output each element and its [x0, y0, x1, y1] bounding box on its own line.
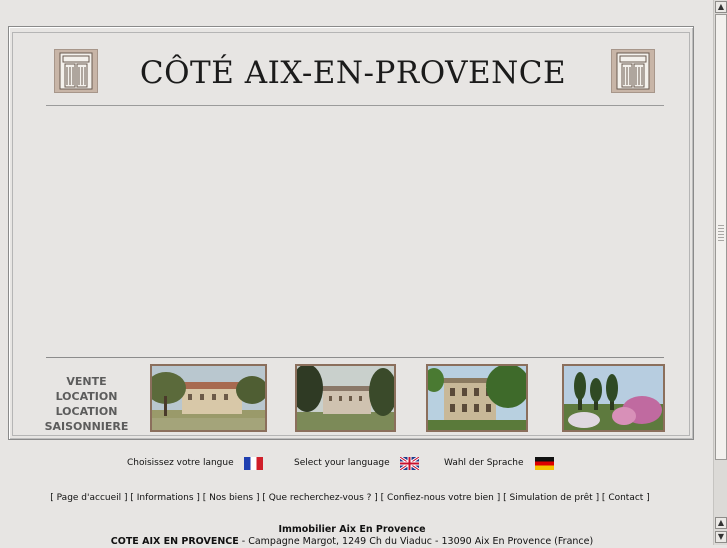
flag-germany-icon[interactable]: [534, 456, 554, 470]
scrollbar-grip-icon: [718, 225, 724, 243]
language-en[interactable]: Select your language: [294, 455, 419, 471]
nav-link-confiez-nous[interactable]: Confiez-nous votre bien: [387, 493, 494, 503]
scroll-up-button[interactable]: ▲: [715, 1, 727, 13]
nav-link-contact[interactable]: Contact: [608, 493, 643, 503]
property-menu: VENTE LOCATION LOCATION SAISONNIERE: [14, 374, 159, 434]
property-photo-4[interactable]: [562, 364, 665, 432]
nav-link-simulation-pret[interactable]: Simulation de prêt: [510, 493, 593, 503]
page-footer: Immobilier Aix En Provence COTE AIX EN P…: [0, 524, 704, 548]
footer-address: - Campagne Margot, 1249 Ch du Viaduc - 1…: [238, 536, 594, 547]
property-photo-1[interactable]: [150, 364, 267, 432]
menu-item-location[interactable]: LOCATION: [14, 389, 159, 404]
nav-link-accueil[interactable]: Page d'accueil: [57, 493, 122, 503]
footer-tagline: Immobilier Aix En Provence: [278, 524, 426, 535]
content-divider: [46, 357, 664, 358]
door-logo-left: [54, 49, 98, 93]
door-logo-right: [611, 49, 655, 93]
language-fr[interactable]: Choisissez votre langue: [127, 455, 263, 471]
footer-address-line: COTE AIX EN PROVENCE - Campagne Margot, …: [0, 536, 704, 548]
flag-france-icon[interactable]: [243, 456, 263, 470]
property-photo-2[interactable]: [295, 364, 396, 432]
door-icon: [59, 52, 93, 90]
language-fr-label[interactable]: Choisissez votre langue: [127, 458, 234, 468]
vertical-scrollbar[interactable]: ▲ ▲ ▼: [713, 0, 727, 545]
nav-link-que-recherchez-vous[interactable]: Que recherchez-vous ?: [269, 493, 372, 503]
language-de-label[interactable]: Wahl der Sprache: [444, 458, 524, 468]
footer-nav: [ Page d'accueil ] [ Informations ] [ No…: [50, 493, 650, 503]
scroll-down-button[interactable]: ▼: [715, 531, 727, 543]
footer-company: COTE AIX EN PROVENCE: [110, 536, 239, 547]
scroll-up-button-lower[interactable]: ▲: [715, 517, 727, 529]
door-icon: [616, 52, 650, 90]
scrollbar-thumb[interactable]: [715, 14, 727, 460]
nav-link-nos-biens[interactable]: Nos biens: [209, 493, 253, 503]
language-en-label[interactable]: Select your language: [294, 458, 390, 468]
header-title-area: CÔTÉ AIX-EN-PROVENCE: [128, 52, 578, 94]
site-title[interactable]: CÔTÉ AIX-EN-PROVENCE: [140, 55, 566, 91]
nav-link-informations[interactable]: Informations: [137, 493, 194, 503]
menu-item-vente[interactable]: VENTE: [14, 374, 159, 389]
property-photo-3[interactable]: [426, 364, 528, 432]
header-divider: [46, 105, 664, 106]
flag-uk-icon[interactable]: [399, 456, 419, 470]
menu-item-location-saisonniere[interactable]: LOCATION SAISONNIERE: [14, 404, 159, 434]
language-de[interactable]: Wahl der Sprache: [444, 455, 554, 471]
